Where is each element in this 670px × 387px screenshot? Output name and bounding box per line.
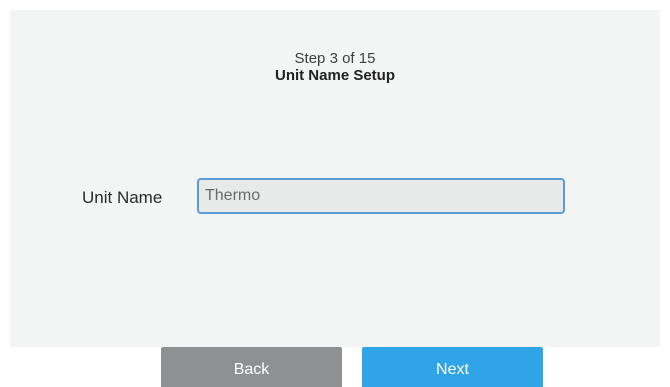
content-panel: Step 3 of 15 Unit Name Setup Unit Name	[10, 10, 660, 347]
page-title: Unit Name Setup	[274, 67, 395, 84]
step-header: Step 3 of 15 Unit Name Setup	[10, 50, 660, 85]
setup-wizard-screen: Step 3 of 15 Unit Name Setup Unit Name B…	[0, 0, 670, 387]
unit-name-input[interactable]	[197, 178, 565, 214]
back-button[interactable]: Back	[161, 347, 342, 387]
next-button[interactable]: Next	[362, 347, 543, 387]
unit-name-label: Unit Name	[82, 188, 163, 207]
unit-name-row: Unit Name	[10, 178, 660, 216]
step-counter: Step 3 of 15	[294, 50, 376, 67]
